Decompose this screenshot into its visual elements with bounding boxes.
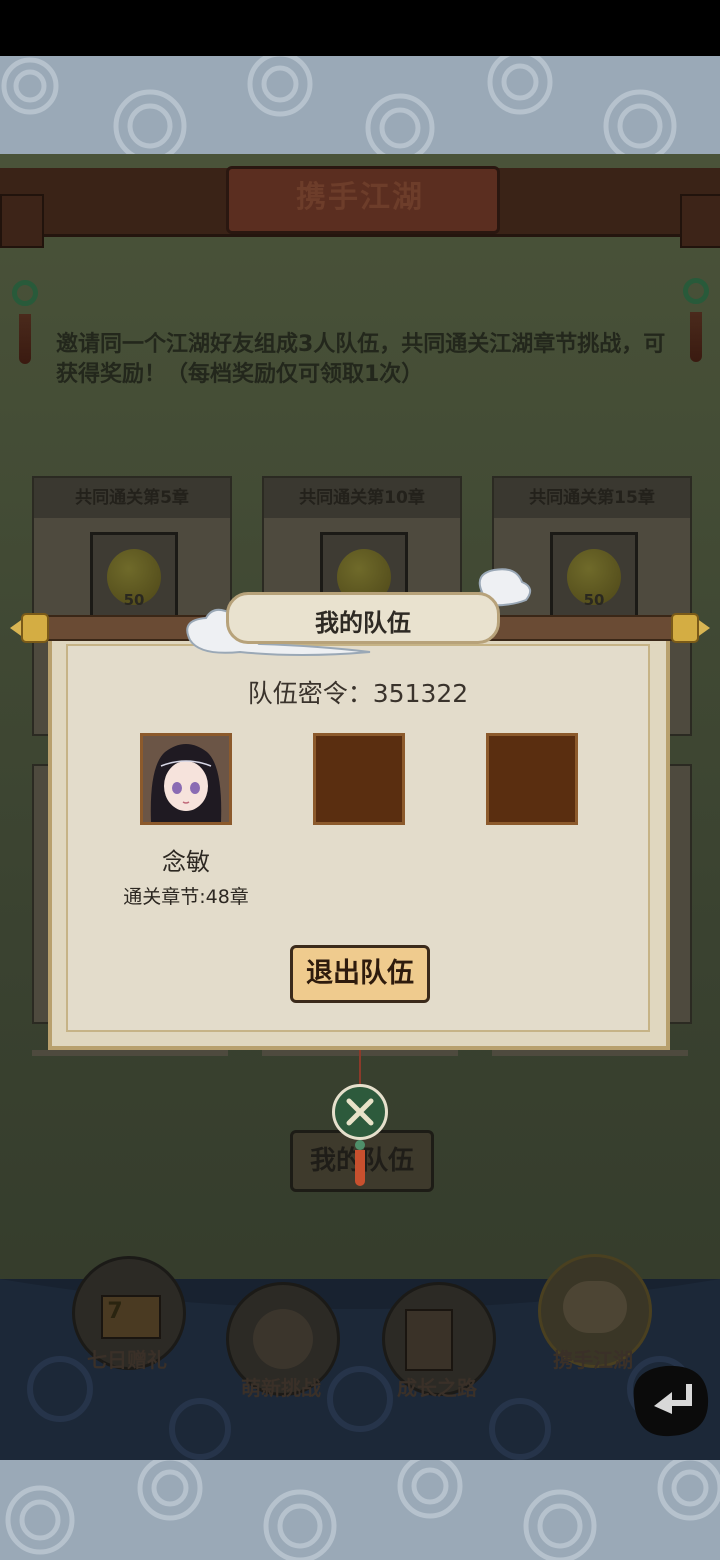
tassel-icon xyxy=(355,1150,365,1186)
close-string xyxy=(359,1050,361,1086)
tassel-right-icon xyxy=(690,312,702,362)
member-progress: 通关章节:48章 xyxy=(123,886,249,908)
intro-text: 邀请同一个江湖好友组成3人队伍，共同通关江湖章节挑战，可获得奖励！（每档奖励仅可… xyxy=(56,332,666,387)
book-icon xyxy=(405,1309,453,1371)
team-code: 队伍密令：351322 xyxy=(247,679,469,708)
exit-team-button[interactable]: 退出队伍 xyxy=(290,945,430,1003)
jade-ornament-right-icon xyxy=(683,278,709,304)
page-title: 携手江湖 xyxy=(296,180,424,215)
close-button[interactable] xyxy=(332,1084,388,1140)
back-arrow-icon xyxy=(633,1365,709,1437)
nav-label: 成长之路 xyxy=(397,1376,477,1400)
reward-card-label: 共同通关第15章 xyxy=(494,478,690,518)
member-slot-3[interactable] xyxy=(486,733,578,825)
tassel-left-icon xyxy=(19,314,31,364)
member-slot-1[interactable] xyxy=(140,733,232,825)
back-button[interactable] xyxy=(626,1360,712,1440)
reward-card-label: 共同通关第10章 xyxy=(264,478,460,518)
reward-card-label: 共同通关第5章 xyxy=(34,478,230,518)
jade-ornament-left-icon xyxy=(12,280,38,306)
nav-label: 萌新挑战 xyxy=(241,1376,321,1400)
handshake-icon xyxy=(563,1281,627,1333)
reward-item: 50 xyxy=(550,532,638,618)
close-icon xyxy=(346,1098,374,1126)
right-post xyxy=(680,194,720,248)
decorative-swirl-band-top xyxy=(0,56,720,154)
reward-count: 50 xyxy=(123,591,145,609)
card-edge xyxy=(32,1050,228,1056)
reward-item: 50 xyxy=(90,532,178,618)
member-name: 念敏 xyxy=(162,848,210,876)
face-icon xyxy=(253,1309,313,1369)
seven-badge: 7 xyxy=(107,1299,123,1324)
status-bar xyxy=(0,0,720,56)
left-post xyxy=(0,194,44,248)
member-slot-2[interactable] xyxy=(313,733,405,825)
card-edge xyxy=(492,1050,688,1056)
nav-label: 七日赠礼 xyxy=(87,1348,167,1372)
reward-count: 50 xyxy=(583,591,605,609)
popup-title: 我的队伍 xyxy=(315,609,411,637)
jade-bead-icon xyxy=(355,1140,365,1150)
avatar xyxy=(143,736,229,822)
decorative-swirl-band-bottom xyxy=(0,1460,720,1560)
